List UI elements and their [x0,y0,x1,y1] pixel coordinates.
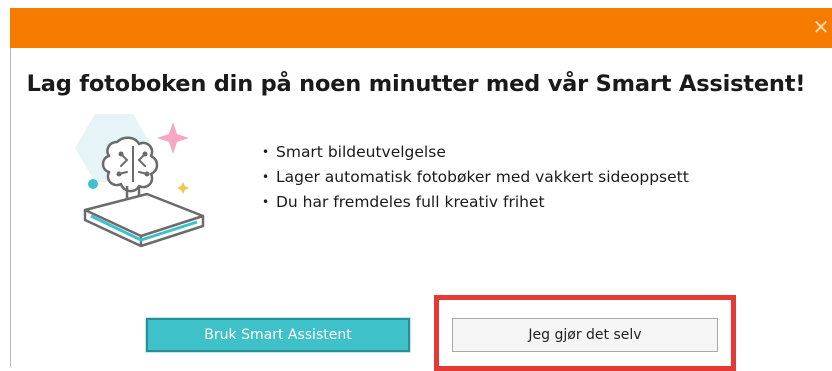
sparkle-icon [157,122,189,154]
close-icon[interactable]: ✕ [810,8,832,48]
feature-text: Lager automatisk fotobøker med vakkert s… [276,168,689,186]
feature-list: • Smart bildeutvelgelse • Lager automati… [262,140,689,215]
small-sparkle-icon [177,182,189,194]
bullet-icon: • [262,195,270,209]
dot-shape [88,179,98,189]
use-smart-assistant-button[interactable]: Bruk Smart Assistent [145,317,411,353]
feature-item: • Lager automatisk fotobøker med vakkert… [262,165,689,190]
feature-text: Smart bildeutvelgelse [276,143,446,161]
dialog-window: ✕ Lag fotoboken din på noen minutter med… [0,0,832,371]
feature-item: • Du har fremdeles full kreativ frihet [262,190,689,215]
bullet-icon: • [262,170,270,184]
feature-text: Du har fremdeles full kreativ frihet [276,193,545,211]
bullet-icon: • [262,145,270,159]
do-it-myself-button[interactable]: Jeg gjør det selv [452,318,718,352]
dialog-titlebar: ✕ [10,8,832,48]
dialog-headline: Lag fotoboken din på noen minutter med v… [26,71,806,97]
brain-book-icon [75,114,205,248]
feature-item: • Smart bildeutvelgelse [262,140,689,165]
